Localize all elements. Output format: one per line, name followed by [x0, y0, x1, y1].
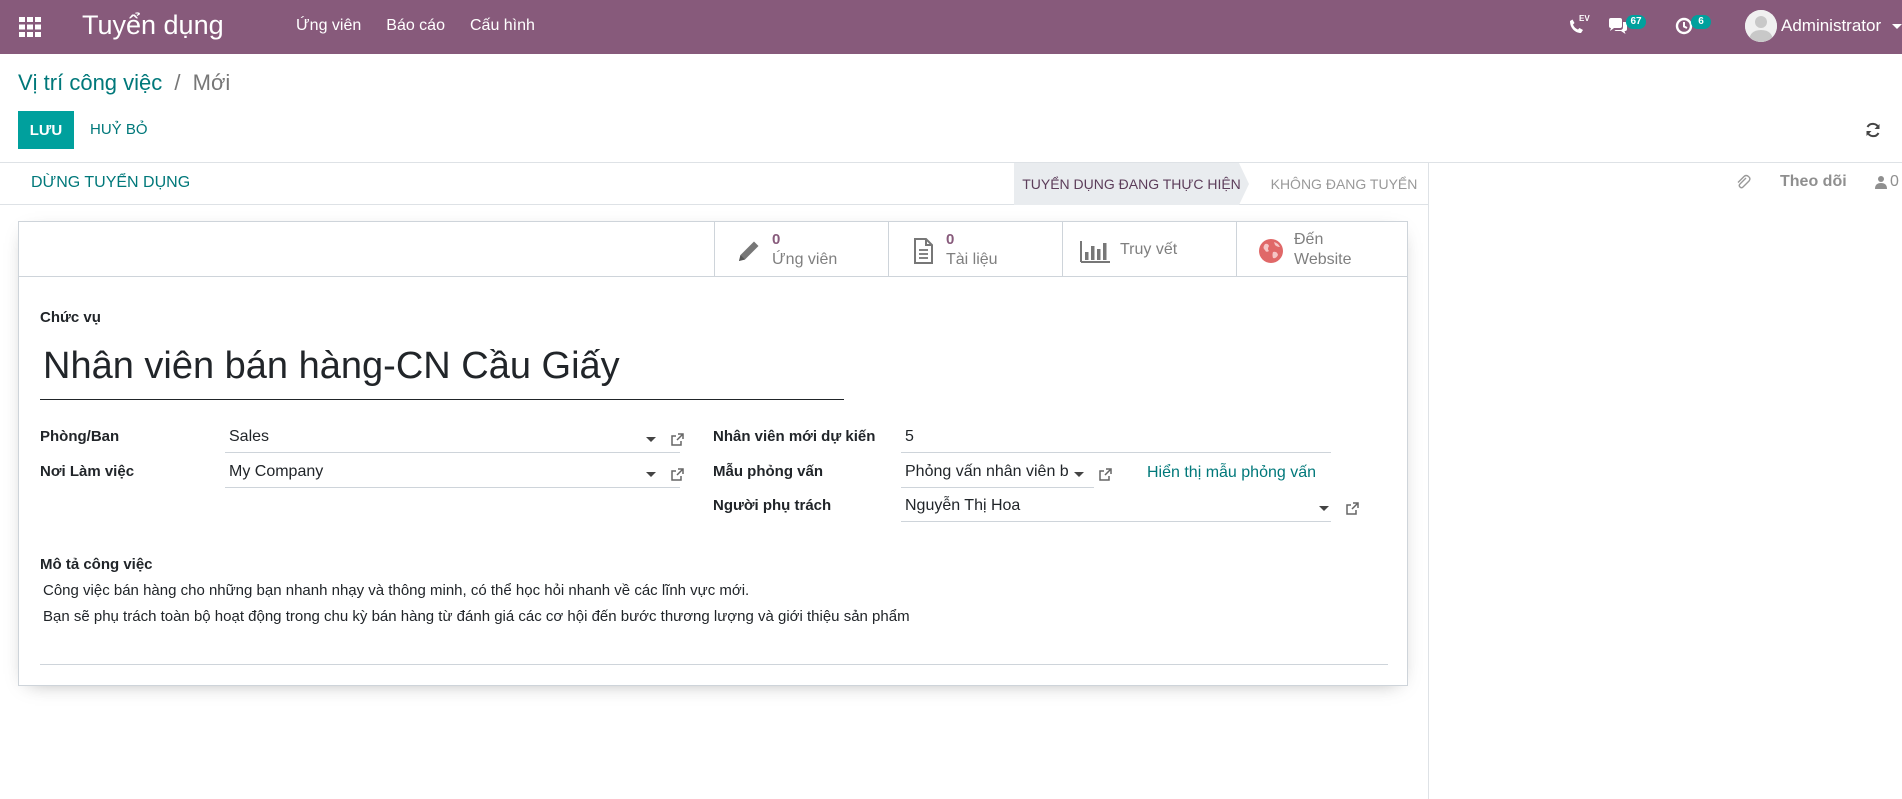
activities-menu[interactable]: 6 [1675, 14, 1715, 40]
responsible-label: Người phụ trách [713, 497, 832, 514]
responsible-dropdown-icon[interactable] [1319, 506, 1329, 511]
workplace-dropdown-icon[interactable] [646, 472, 656, 477]
description-line: Bạn sẽ phụ trách toàn bộ hoạt động trong… [43, 608, 910, 625]
menu-item-configuration[interactable]: Cấu hình [470, 17, 535, 35]
pencil-icon [739, 241, 759, 261]
stage-not-recruiting[interactable]: KHÔNG ĐANG TUYỂN [1264, 163, 1424, 205]
stop-recruitment-button[interactable]: DỪNG TUYỂN DỤNG [31, 174, 190, 192]
website-label-line1: Đến [1294, 231, 1324, 248]
avatar[interactable] [1745, 10, 1777, 42]
breadcrumb-parent[interactable]: Vị trí công việc [18, 70, 162, 95]
breadcrumb: Vị trí công việc / Mới [18, 70, 230, 96]
voip-phone-icon[interactable]: EV [1565, 14, 1590, 38]
stage-recruitment-in-progress[interactable]: TUYỂN DỤNG ĐANG THỰC HIỆN [1014, 163, 1249, 205]
department-external-link-icon[interactable] [670, 432, 685, 447]
paperclip-icon[interactable] [1735, 174, 1751, 190]
applicants-count: 0 [772, 231, 781, 248]
documents-count: 0 [946, 231, 955, 248]
show-interview-form-link[interactable]: Hiển thị mẫu phỏng vấn [1147, 464, 1316, 482]
department-field[interactable]: Sales [225, 425, 680, 453]
breadcrumb-separator: / [174, 70, 181, 95]
refresh-icon[interactable] [1864, 121, 1882, 139]
save-button[interactable]: LƯU [18, 111, 74, 149]
globe-icon [1259, 239, 1283, 263]
responsible-external-link-icon[interactable] [1345, 501, 1360, 516]
department-label: Phòng/Ban [40, 428, 120, 445]
website-smart-button[interactable]: Đến Website [1236, 222, 1407, 277]
description-line: Công việc bán hàng cho những bạn nhanh n… [43, 582, 750, 599]
main-menu: Ứng viên Báo cáo Cấu hình [296, 17, 560, 35]
follow-button[interactable]: Theo dõi [1780, 173, 1847, 191]
website-label-line2: Website [1294, 251, 1352, 268]
messages-menu[interactable]: 67 [1607, 14, 1647, 40]
user-caret-icon[interactable] [1892, 24, 1902, 29]
documents-label: Tài liệu [946, 251, 998, 268]
top-navbar: Tuyển dụng Ứng viên Báo cáo Cấu hình EV … [0, 0, 1902, 54]
form-statusbar: DỪNG TUYỂN DỤNG TUYỂN DỤNG ĐANG THỰC HIỆ… [0, 163, 1428, 205]
app-title[interactable]: Tuyển dụng [82, 10, 224, 41]
tracking-smart-button[interactable]: Truy vết [1062, 222, 1236, 277]
job-description-label: Mô tả công việc [40, 556, 153, 573]
stage-current-label: TUYỂN DỤNG ĐANG THỰC HIỆN [1022, 176, 1241, 192]
user-icon [1875, 176, 1887, 189]
workplace-label: Nơi Làm việc [40, 463, 135, 480]
expected-employees-field[interactable]: 5 [901, 425, 1331, 453]
job-position-label: Chức vụ [40, 309, 101, 326]
job-description-editor[interactable]: Công việc bán hàng cho những bạn nhanh n… [40, 577, 1388, 665]
tracking-label: Truy vết [1120, 241, 1178, 258]
messages-badge: 67 [1626, 15, 1646, 29]
chatter-divider [1428, 163, 1429, 799]
responsible-field[interactable]: Nguyễn Thị Hoa [901, 494, 1331, 522]
voip-label: EV [1579, 14, 1590, 23]
interview-form-field[interactable]: Phỏng vấn nhân viên b [901, 460, 1094, 488]
documents-smart-button[interactable]: 0 Tài liệu [888, 222, 1062, 277]
menu-item-applicants[interactable]: Ứng viên [296, 17, 361, 35]
smart-button-box: 0 Ứng viên 0 Tài liệu Truy vết Đến Websi… [19, 222, 1407, 277]
followers-count: 0 [1890, 173, 1899, 190]
discard-button[interactable]: HUỶ BỎ [90, 121, 148, 138]
applicants-label: Ứng viên [772, 251, 838, 268]
workplace-field[interactable]: My Company [225, 460, 680, 488]
user-menu[interactable]: Administrator [1781, 16, 1881, 36]
department-dropdown-icon[interactable] [646, 437, 656, 442]
followers-button[interactable]: 0 [1875, 173, 1899, 191]
job-position-input[interactable]: Nhân viên bán hàng-CN Cầu Giấy [40, 340, 844, 400]
interview-form-external-link-icon[interactable] [1098, 467, 1113, 482]
interview-form-dropdown-icon[interactable] [1074, 472, 1084, 477]
expected-employees-label: Nhân viên mới dự kiến [713, 428, 876, 445]
workplace-external-link-icon[interactable] [670, 467, 685, 482]
menu-item-reports[interactable]: Báo cáo [386, 17, 445, 35]
breadcrumb-current: Mới [192, 70, 231, 95]
bar-chart-icon [1080, 241, 1110, 263]
applicants-smart-button[interactable]: 0 Ứng viên [714, 222, 888, 277]
apps-grid-icon[interactable] [18, 15, 42, 39]
activities-badge: 6 [1691, 15, 1711, 29]
form-sheet: 0 Ứng viên 0 Tài liệu Truy vết Đến Websi… [18, 221, 1408, 686]
stage-other-label: KHÔNG ĐANG TUYỂN [1270, 176, 1418, 192]
document-icon [914, 238, 933, 264]
interview-form-label: Mẫu phỏng vấn [713, 463, 823, 480]
